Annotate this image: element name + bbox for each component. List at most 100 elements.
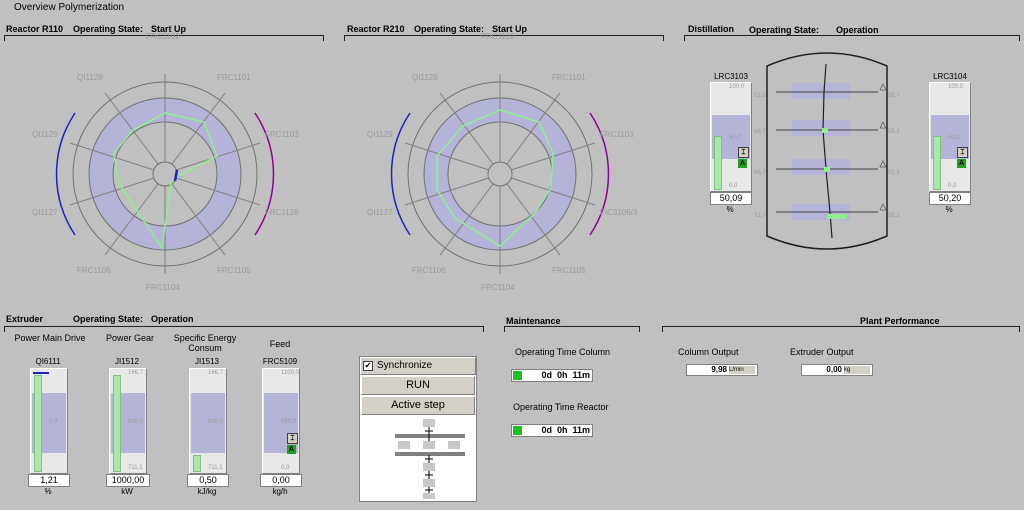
r2-label-2: FRC1103 [600,130,634,139]
ext-gauge0-value: 1,21 [28,474,70,487]
reactor1-radar-chart [55,74,275,274]
reactor1-name: Reactor R110 [6,24,64,34]
lrc3103-auto-icon[interactable]: A [738,159,747,168]
dist-left-temp-1: 66,7 [754,129,766,135]
maint-column-status-icon [513,371,522,380]
extruder-name: Extruder [6,314,44,324]
maint-column-value: 0d 0h 11m [541,370,590,380]
run-button[interactable]: RUN [361,376,475,395]
lrc3104-auto-icon[interactable]: A [957,159,966,168]
ext-gauge2-title: Specific Energy Consum [173,333,237,353]
r2-label-3: FIC3106/3 [600,208,638,217]
extruder-output-unit: kg [844,366,870,374]
distillation-name: Distillation [688,24,735,34]
ext-gauge3-title: Feed [269,339,291,349]
ext-gauge0[interactable]: 0,9 [30,368,68,474]
lrc3104-tag: LRC3104 [933,72,967,81]
sfc-step-diagram [395,419,465,499]
distillation-column [766,52,888,250]
ext-gauge1-scale-mid: 800,0 [128,419,144,425]
extruder-output-field: 0,00 kg [801,364,873,376]
ext-gauge0-bar [34,375,42,472]
distillation-state-value: Operation [836,25,879,35]
lrc3104-unit: % [945,205,953,214]
r1-label-9: QI1128 [77,73,103,82]
lrc3104-scale-mid: 50,0 [948,135,960,141]
ext-gauge3-manual-icon[interactable]: ⌶ [287,433,298,444]
lrc3104-gauge[interactable]: 100,0 50,0 0,0 ⌶ A [929,82,971,192]
maint-column-label: Operating Time Column [515,347,611,357]
lrc3103-tag: LRC3103 [714,72,748,81]
ext-gauge3-value: 0,00 [260,474,302,487]
maintenance-header-line [504,326,640,332]
extruder-header-line [4,326,484,332]
ext-gauge3-auto-icon[interactable]: A [287,445,296,454]
ext-gauge1-title: Power Gear [105,333,155,343]
r2-label-7: QI1127 [367,208,393,217]
lrc3103-scale-top: 100,0 [729,84,745,90]
distillation-state-label: Operating State: [749,25,820,35]
sync-label: Synchronize [377,360,433,371]
lrc3103-value: 50,09 [710,192,752,205]
ext-gauge3[interactable]: 1100,0 550,0 0,0 ⌶ A [262,368,300,474]
reactor2-state-label: Operating State: [414,24,485,34]
active-step-button[interactable]: Active step [361,396,475,415]
sync-checkbox[interactable]: ✔ [363,361,373,371]
lrc3103-scale-bot: 0,0 [729,183,738,189]
page-title: Overview Polymerization [14,2,125,13]
ext-gauge0-scale-mid: 0,9 [49,419,58,425]
maint-reactor-status-icon [513,426,522,435]
r1-label-5: FRC1104 [146,283,180,292]
ext-gauge1-unit: kW [121,487,133,496]
reactor2-radar-grid [390,74,610,274]
reactor1-state-label: Operating State: [73,24,144,34]
maintenance-name: Maintenance [506,316,561,326]
ext-gauge2-unit: kJ/kg [197,487,217,496]
maint-column-timer: 0d 0h 11m [511,369,593,382]
r1-label-4: FRC1105 [217,266,251,275]
r2-label-4: FRC1105 [552,266,586,275]
plant-name: Plant Performance [860,316,940,326]
ext-gauge1-scale-top: 166,7 [128,370,144,376]
lrc3103-scale-mid: 50,0 [729,135,741,141]
ext-gauge2[interactable]: 166,7 800,0 711,1 [189,368,227,474]
extruder-output-value: 0,00 [826,365,842,374]
lrc3104-bar [933,136,941,190]
lrc3103-manual-icon[interactable]: ⌶ [738,147,749,158]
r1-label-2: FRC1103 [265,130,299,139]
dist-right-temp-1: 55,2 [888,129,900,135]
dist-left-temp-2: 66,7 [754,170,766,176]
lrc3104-value: 50,20 [929,192,971,205]
ext-gauge2-bar [193,455,201,472]
maint-reactor-timer: 0d 0h 11m [511,424,593,437]
r1-label-7: QI1127 [32,208,58,217]
ext-gauge2-tag: JI1513 [194,357,220,366]
dist-right-temp-0: 56,7 [888,93,900,99]
lrc3104-scale-bot: 0,0 [948,183,957,189]
extruder-state-value: Operation [151,314,194,324]
ext-gauge1[interactable]: 166,7 800,0 711,1 [109,368,147,474]
lrc3103-unit: % [726,205,734,214]
extruder-state-label: Operating State: [73,314,144,324]
lrc3103-gauge[interactable]: 100,0 50,0 0,0 ⌶ A [710,82,752,192]
ext-gauge3-scale-mid: 550,0 [281,419,297,425]
r2-label-0: FRC1102 [481,32,515,41]
plant-header-line [662,326,1020,332]
lrc3104-manual-icon[interactable]: ⌶ [957,147,968,158]
ext-gauge3-unit: kg/h [272,487,288,496]
ext-gauge1-value: 1000,00 [106,474,150,487]
ext-gauge2-scale-top: 166,7 [208,370,224,376]
extruder-output-label: Extruder Output [790,347,854,357]
ext-gauge3-scale-top: 1100,0 [281,370,299,376]
ext-gauge1-scale-bot: 711,1 [128,465,143,471]
column-output-unit: L/min [729,366,755,374]
r2-label-8: QI1129 [367,130,393,139]
r1-label-3: FRC1126 [265,208,299,217]
reactor1-radar-grid [55,74,275,274]
column-output-label: Column Output [678,347,739,357]
column-output-field: 9,98 L/min [686,364,758,376]
maint-reactor-label: Operating Time Reactor [513,402,609,412]
r2-label-6: FRC1106 [412,266,446,275]
ext-gauge0-title: Power Main Drive [14,333,86,343]
sync-checkbox-row[interactable]: ✔ Synchronize [360,357,476,375]
